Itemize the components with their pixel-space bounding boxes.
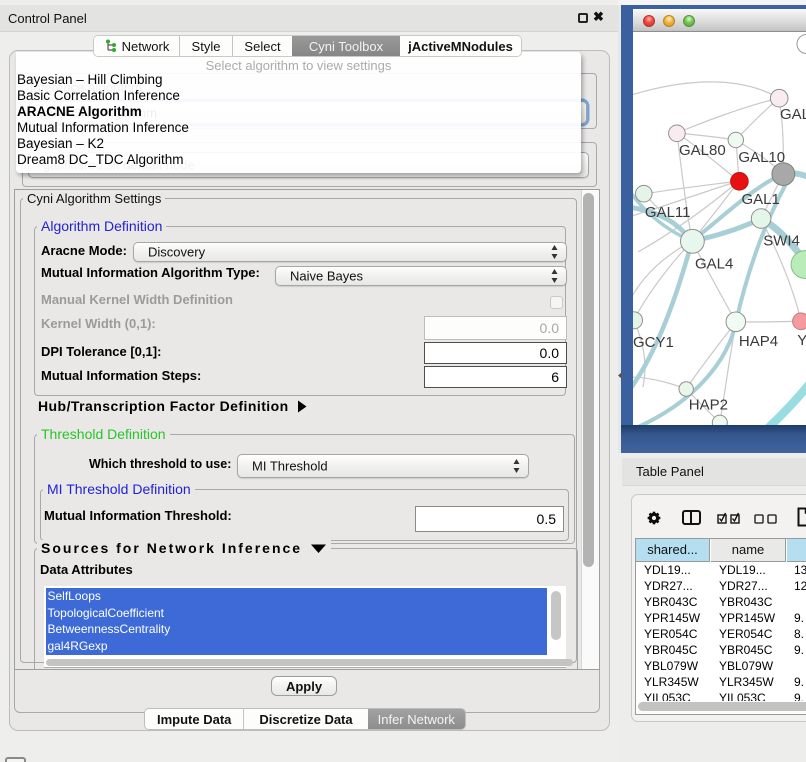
svg-text:GAL4: GAL4	[695, 256, 733, 273]
svg-text:GAL: GAL	[780, 106, 806, 123]
svg-text:HAP4: HAP4	[739, 333, 778, 350]
svg-text:HAP2: HAP2	[689, 397, 728, 414]
svg-text:Y: Y	[797, 332, 806, 349]
svg-text:GCY1: GCY1	[633, 334, 674, 351]
svg-text:GAL1: GAL1	[742, 191, 780, 208]
svg-text:GAL11: GAL11	[645, 204, 691, 221]
svg-text:GAL80: GAL80	[679, 142, 726, 159]
svg-text:GAL10: GAL10	[738, 149, 785, 166]
svg-text:SWI4: SWI4	[763, 232, 800, 249]
